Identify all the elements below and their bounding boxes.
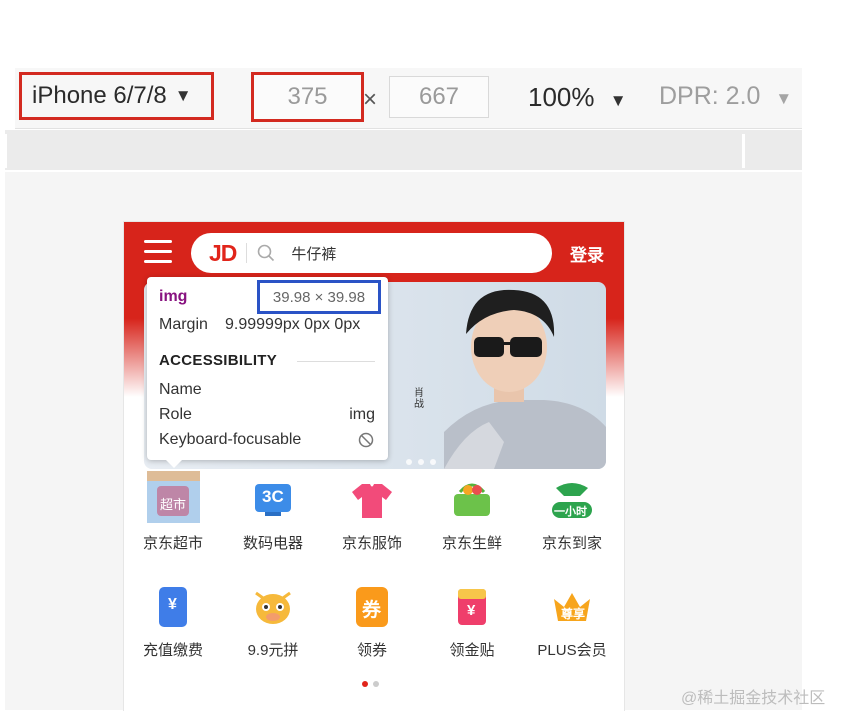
basket-icon: [450, 478, 494, 522]
category-label: 京东生鲜: [441, 535, 502, 552]
category-coupon[interactable]: 券 领券: [327, 585, 417, 660]
category-label: 9.9元拼: [247, 642, 299, 659]
height-input[interactable]: 667: [389, 76, 489, 118]
category-group-buy[interactable]: 9.9元拼: [228, 585, 318, 660]
pagination-dots: [362, 674, 384, 692]
device-toolbar: iPhone 6/7/8 ▼ 375 × 667 100% ▼ DPR: 2.0…: [15, 68, 802, 129]
watermark: @稀土掘金技术社区: [681, 690, 826, 707]
category-fresh[interactable]: 京东生鲜: [427, 478, 517, 553]
category-label: 领金贴: [449, 642, 495, 659]
search-bar[interactable]: JD 牛仔裤: [191, 233, 552, 273]
device-select[interactable]: iPhone 6/7/8 ▼: [19, 72, 214, 120]
jd-logo: JD: [209, 239, 237, 266]
category-label: 京东超市: [142, 535, 203, 552]
device-name: iPhone 6/7/8: [32, 82, 167, 109]
coupon-icon: 券: [350, 585, 394, 629]
zoom-value: 100%: [528, 82, 595, 112]
category-delivery[interactable]: 一小时 京东到家: [527, 478, 617, 553]
caret-down-icon: ▼: [775, 89, 793, 108]
tshirt-icon: [350, 478, 394, 522]
dpr-value: DPR: 2.0: [659, 82, 761, 110]
caret-down-icon: ▼: [174, 86, 192, 105]
category-subsidy[interactable]: ¥ 领金贴: [427, 585, 517, 660]
category-label: 数码电器: [242, 535, 303, 552]
digital-3c-icon: 3C: [251, 478, 295, 522]
banner-signature: 肖战: [414, 388, 424, 410]
cow-icon: [251, 585, 295, 629]
zoom-select[interactable]: 100% ▼: [528, 82, 627, 113]
role-label: Role: [159, 406, 192, 423]
margin-value: 9.99999px 0px 0px: [225, 316, 361, 333]
login-link[interactable]: 登录: [570, 241, 604, 266]
category-plus[interactable]: 尊享 PLUS会员: [527, 585, 617, 660]
category-label: PLUS会员: [537, 642, 607, 659]
category-label: 京东服饰: [341, 535, 402, 552]
dpr-select[interactable]: DPR: 2.0 ▼: [659, 82, 792, 111]
width-input[interactable]: 375: [251, 72, 364, 122]
category-supermarket[interactable]: 超市 京东超市: [128, 478, 218, 553]
media-query-bar[interactable]: [5, 130, 802, 170]
category-label: 领券: [356, 642, 387, 659]
search-input[interactable]: 牛仔裤: [291, 243, 336, 264]
banner-dots: [406, 452, 442, 469]
element-tag: img: [159, 288, 188, 305]
accessibility-heading: ACCESSIBILITY: [159, 352, 278, 369]
category-recharge[interactable]: ¥ 充值缴费: [128, 585, 218, 660]
crown-icon: 尊享: [550, 585, 594, 629]
category-label: 充值缴费: [142, 642, 203, 659]
focusable-label: Keyboard-focusable: [159, 431, 302, 448]
menu-icon[interactable]: [144, 240, 172, 266]
element-size: 39.98 × 39.98: [257, 280, 381, 314]
recharge-icon: ¥: [151, 585, 195, 629]
name-label: Name: [159, 381, 202, 398]
supermarket-icon: 超市: [151, 478, 195, 522]
role-value: img: [349, 406, 375, 423]
category-digital[interactable]: 3C 数码电器: [228, 478, 318, 553]
category-label: 京东到家: [541, 535, 602, 552]
category-clothing[interactable]: 京东服饰: [327, 478, 417, 553]
not-focusable-icon: [358, 432, 374, 448]
search-icon: [258, 244, 275, 262]
margin-label: Margin: [159, 316, 208, 333]
inspect-tooltip: img 39.98 × 39.98 Margin 9.99999px 0px 0…: [147, 277, 388, 468]
caret-down-icon: ▼: [609, 91, 627, 110]
subsidy-icon: ¥: [450, 585, 494, 629]
dimension-times: ×: [363, 86, 378, 113]
delivery-icon: 一小时: [550, 478, 594, 522]
